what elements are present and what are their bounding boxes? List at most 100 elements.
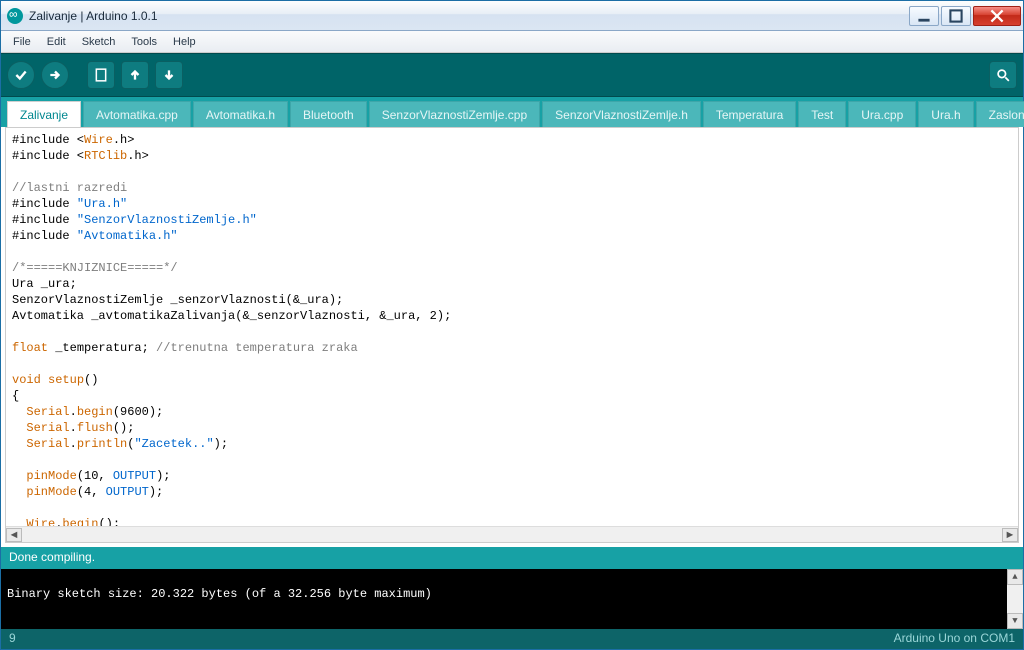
code: setup <box>48 373 84 387</box>
minimize-icon <box>917 9 931 23</box>
tab-ura-h[interactable]: Ura.h <box>918 101 973 127</box>
editor-area: #include <Wire.h> #include <RTClib.h> //… <box>5 127 1019 543</box>
tab-test[interactable]: Test <box>798 101 846 127</box>
check-icon <box>14 68 28 82</box>
tab-zalivanje[interactable]: Zalivanje <box>7 101 81 127</box>
code: pinMode <box>26 469 76 483</box>
line-number: 9 <box>9 631 16 647</box>
menubar: File Edit Sketch Tools Help <box>1 31 1023 53</box>
code: () <box>84 373 98 387</box>
close-button[interactable] <box>973 6 1021 26</box>
code: (9600); <box>113 405 163 419</box>
menu-file[interactable]: File <box>5 33 39 51</box>
console-vscrollbar[interactable]: ▲ ▼ <box>1007 569 1023 629</box>
code-editor[interactable]: #include <Wire.h> #include <RTClib.h> //… <box>6 128 1018 526</box>
code: "Ura.h" <box>77 197 127 211</box>
new-button[interactable] <box>87 61 115 89</box>
code: Ura _ura; <box>12 277 77 291</box>
maximize-icon <box>949 9 963 23</box>
code: //lastni razredi <box>12 181 127 195</box>
code: OUTPUT <box>113 469 156 483</box>
close-icon <box>990 9 1004 23</box>
menu-edit[interactable]: Edit <box>39 33 74 51</box>
code: ); <box>149 485 163 499</box>
tab-temperatura[interactable]: Temperatura <box>703 101 796 127</box>
window-controls <box>909 6 1021 26</box>
code: . <box>70 405 77 419</box>
titlebar[interactable]: Zalivanje | Arduino 1.0.1 <box>1 1 1023 31</box>
serial-monitor-button[interactable] <box>989 61 1017 89</box>
code: /*=====KNJIZNICE=====*/ <box>12 261 178 275</box>
toolbar <box>1 53 1023 97</box>
save-button[interactable] <box>155 61 183 89</box>
arrow-down-icon <box>162 68 176 82</box>
console-output[interactable]: Binary sketch size: 20.322 bytes (of a 3… <box>1 569 1023 629</box>
code: #include <box>12 197 77 211</box>
code: Serial <box>26 405 69 419</box>
tab-zaslon[interactable]: Zaslon <box>976 101 1024 127</box>
code: . <box>70 437 77 451</box>
code: pinMode <box>26 485 76 499</box>
code: (4, <box>77 485 106 499</box>
code: flush <box>77 421 113 435</box>
tab-avtomatika-cpp[interactable]: Avtomatika.cpp <box>83 101 191 127</box>
scroll-right-icon[interactable]: ► <box>1002 528 1018 542</box>
code: Avtomatika _avtomatikaZalivanja(&_senzor… <box>12 309 451 323</box>
minimize-button[interactable] <box>909 6 939 26</box>
code: (10, <box>77 469 113 483</box>
window-title: Zalivanje | Arduino 1.0.1 <box>29 9 909 23</box>
console-line: Binary sketch size: 20.322 bytes (of a 3… <box>7 587 1017 601</box>
code: println <box>77 437 127 451</box>
scroll-up-icon[interactable]: ▲ <box>1007 569 1023 585</box>
menu-help[interactable]: Help <box>165 33 204 51</box>
footer-bar: 9 Arduino Uno on COM1 <box>1 629 1023 649</box>
tab-senzor-cpp[interactable]: SenzorVlaznostiZemlje.cpp <box>369 101 540 127</box>
code: _temperatura; <box>48 341 156 355</box>
code: . <box>70 421 77 435</box>
magnifier-icon <box>996 68 1010 82</box>
menu-sketch[interactable]: Sketch <box>74 33 124 51</box>
tab-bluetooth[interactable]: Bluetooth <box>290 101 367 127</box>
code: #include < <box>12 133 84 147</box>
open-button[interactable] <box>121 61 149 89</box>
code: #include <box>12 213 77 227</box>
code: SenzorVlaznostiZemlje _senzorVlaznosti(&… <box>12 293 343 307</box>
code: ); <box>156 469 170 483</box>
code: "Avtomatika.h" <box>77 229 178 243</box>
code: //trenutna temperatura zraka <box>156 341 358 355</box>
code: (); <box>98 517 120 526</box>
status-message: Done compiling. <box>1 547 1023 569</box>
code: "Zacetek.." <box>134 437 213 451</box>
code: .h> <box>113 133 135 147</box>
code: { <box>12 389 19 403</box>
board-port-label: Arduino Uno on COM1 <box>894 631 1015 647</box>
arrow-up-icon <box>128 68 142 82</box>
code: begin <box>62 517 98 526</box>
file-icon <box>94 68 108 82</box>
upload-button[interactable] <box>41 61 69 89</box>
code: ); <box>214 437 228 451</box>
tab-ura-cpp[interactable]: Ura.cpp <box>848 101 916 127</box>
code: "SenzorVlaznostiZemlje.h" <box>77 213 257 227</box>
tab-senzor-h[interactable]: SenzorVlaznostiZemlje.h <box>542 101 701 127</box>
app-window: Zalivanje | Arduino 1.0.1 File Edit Sket… <box>0 0 1024 650</box>
code: #include < <box>12 149 84 163</box>
scroll-down-icon[interactable]: ▼ <box>1007 613 1023 629</box>
code: OUTPUT <box>106 485 149 499</box>
verify-button[interactable] <box>7 61 35 89</box>
code: #include <box>12 229 77 243</box>
tab-avtomatika-h[interactable]: Avtomatika.h <box>193 101 288 127</box>
code: Serial <box>26 437 69 451</box>
scroll-track[interactable] <box>1007 585 1023 613</box>
maximize-button[interactable] <box>941 6 971 26</box>
scroll-left-icon[interactable]: ◄ <box>6 528 22 542</box>
code: Serial <box>26 421 69 435</box>
code: Wire <box>84 133 113 147</box>
app-icon <box>7 8 23 24</box>
menu-tools[interactable]: Tools <box>123 33 165 51</box>
tabbar: Zalivanje Avtomatika.cpp Avtomatika.h Bl… <box>1 97 1023 127</box>
code: begin <box>77 405 113 419</box>
editor-hscrollbar[interactable]: ◄ ► <box>6 526 1018 542</box>
code: void <box>12 373 41 387</box>
code: Wire <box>26 517 55 526</box>
